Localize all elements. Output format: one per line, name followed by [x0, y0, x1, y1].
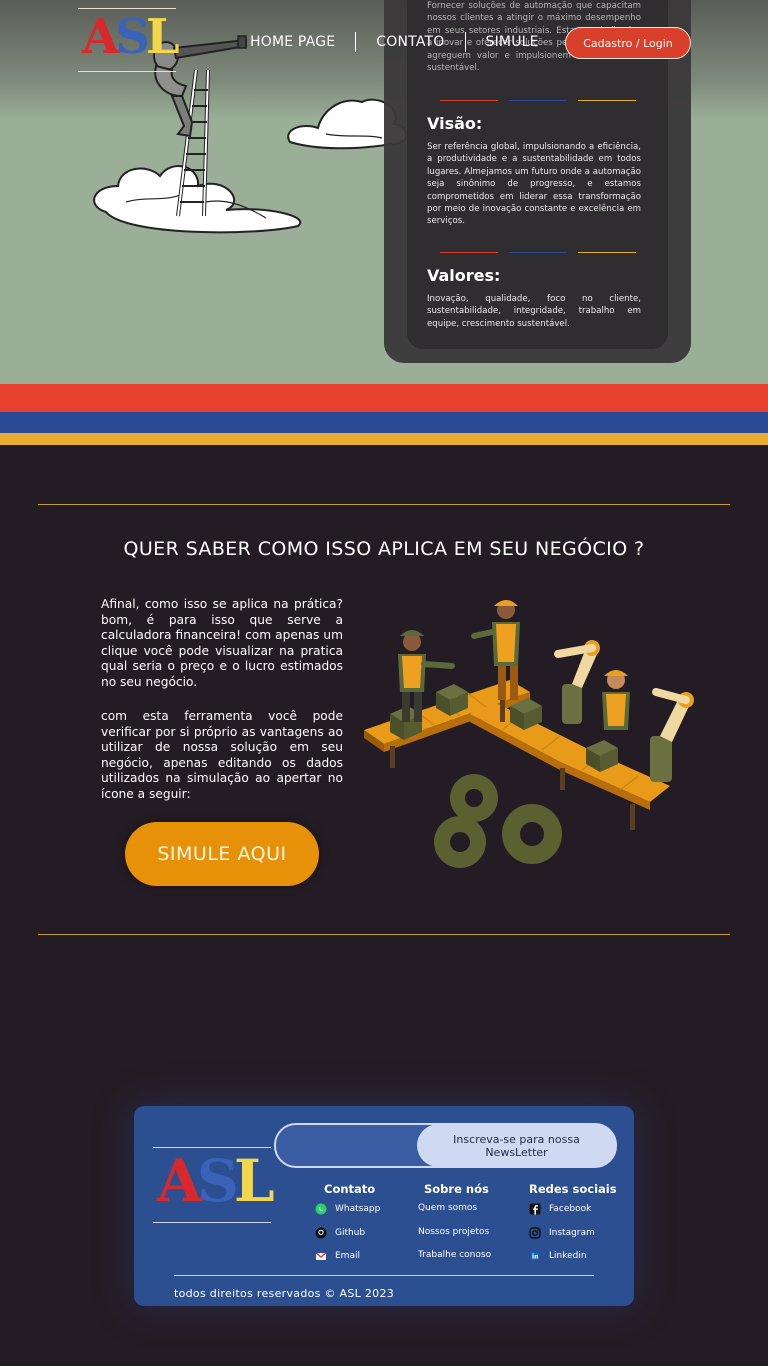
whatsapp-icon	[315, 1203, 327, 1215]
instagram-icon	[529, 1227, 541, 1239]
footer-link-instagram[interactable]: Instagram	[529, 1227, 595, 1239]
logo[interactable]: ASL	[78, 8, 180, 72]
footer-logo[interactable]: ASL	[153, 1147, 275, 1223]
nav-separator	[464, 32, 466, 52]
footer-social-title: Redes sociais	[529, 1182, 617, 1196]
nav-contato[interactable]: CONTATO	[376, 34, 444, 50]
footer-link-trabalhe-conosco[interactable]: Trabalhe conoso	[418, 1250, 491, 1260]
intro-paragraph: Afinal, como isso se aplica na prática? …	[101, 597, 343, 689]
vision-text: Ser referência global, impulsionando a e…	[427, 142, 641, 227]
footer-link-whatsapp[interactable]: Whatsapp	[315, 1203, 380, 1215]
footer-link-github[interactable]: Github	[315, 1227, 365, 1239]
footer-about-title: Sobre nós	[424, 1182, 489, 1196]
main-nav: HOME PAGE CONTATO SIMULE	[250, 30, 539, 54]
footer-link-nossos-projetos[interactable]: Nossos projetos	[418, 1227, 489, 1237]
factory-illustration	[364, 600, 694, 868]
footer-link-quem-somos[interactable]: Quem somos	[418, 1203, 477, 1213]
nav-home-page[interactable]: HOME PAGE	[250, 34, 335, 50]
footer-divider	[174, 1275, 594, 1276]
footer-link-facebook[interactable]: Facebook	[529, 1203, 591, 1215]
footer-logo-text: ASL	[157, 1147, 275, 1215]
stripe-red	[0, 384, 768, 412]
email-icon	[315, 1250, 327, 1262]
stripe-yellow	[0, 433, 768, 445]
footer-link-label: Email	[335, 1251, 360, 1261]
hero-section: ASL Fornecer soluções de automação que c…	[0, 0, 768, 384]
footer-link-label: Instagram	[549, 1228, 595, 1238]
section-title: QUER SABER COMO ISSO APLICA EM SEU NEGÓC…	[123, 538, 645, 560]
footer-contact-title: Contato	[324, 1182, 376, 1196]
footer-link-label: Whatsapp	[335, 1204, 381, 1214]
section-divider-bottom	[38, 934, 730, 935]
footer-link-label: Facebook	[549, 1204, 592, 1214]
footer-link-label: Github	[335, 1228, 366, 1238]
stripe-blue	[0, 412, 768, 433]
vision-title: Visão:	[427, 114, 483, 133]
tool-paragraph: com esta ferramenta você pode verificar …	[101, 709, 343, 801]
footer-link-label: Linkedin	[549, 1251, 587, 1261]
facebook-icon	[529, 1203, 541, 1215]
simule-aqui-button[interactable]: SIMULE AQUI	[125, 822, 319, 886]
copyright-text: todos direitos reservados © ASL 2023	[174, 1287, 395, 1300]
nav-separator	[355, 32, 357, 52]
divider-mission	[440, 100, 636, 101]
github-icon	[315, 1227, 327, 1239]
logo-text: ASL	[82, 9, 180, 65]
footer-link-email[interactable]: Email	[315, 1250, 360, 1262]
values-text: Inovação, qualidade, foco no cliente, su…	[427, 294, 641, 329]
values-title: Valores:	[427, 266, 501, 285]
section-divider-top	[38, 504, 730, 505]
login-button[interactable]: Cadastro / Login	[565, 27, 691, 59]
divider-vision	[440, 252, 636, 253]
newsletter-subscribe-button[interactable]: Inscreva-se para nossa NewsLetter	[417, 1124, 616, 1167]
footer-link-linkedin[interactable]: Linkedin	[529, 1250, 587, 1262]
nav-simule[interactable]: SIMULE	[486, 34, 539, 50]
linkedin-icon	[529, 1250, 541, 1262]
